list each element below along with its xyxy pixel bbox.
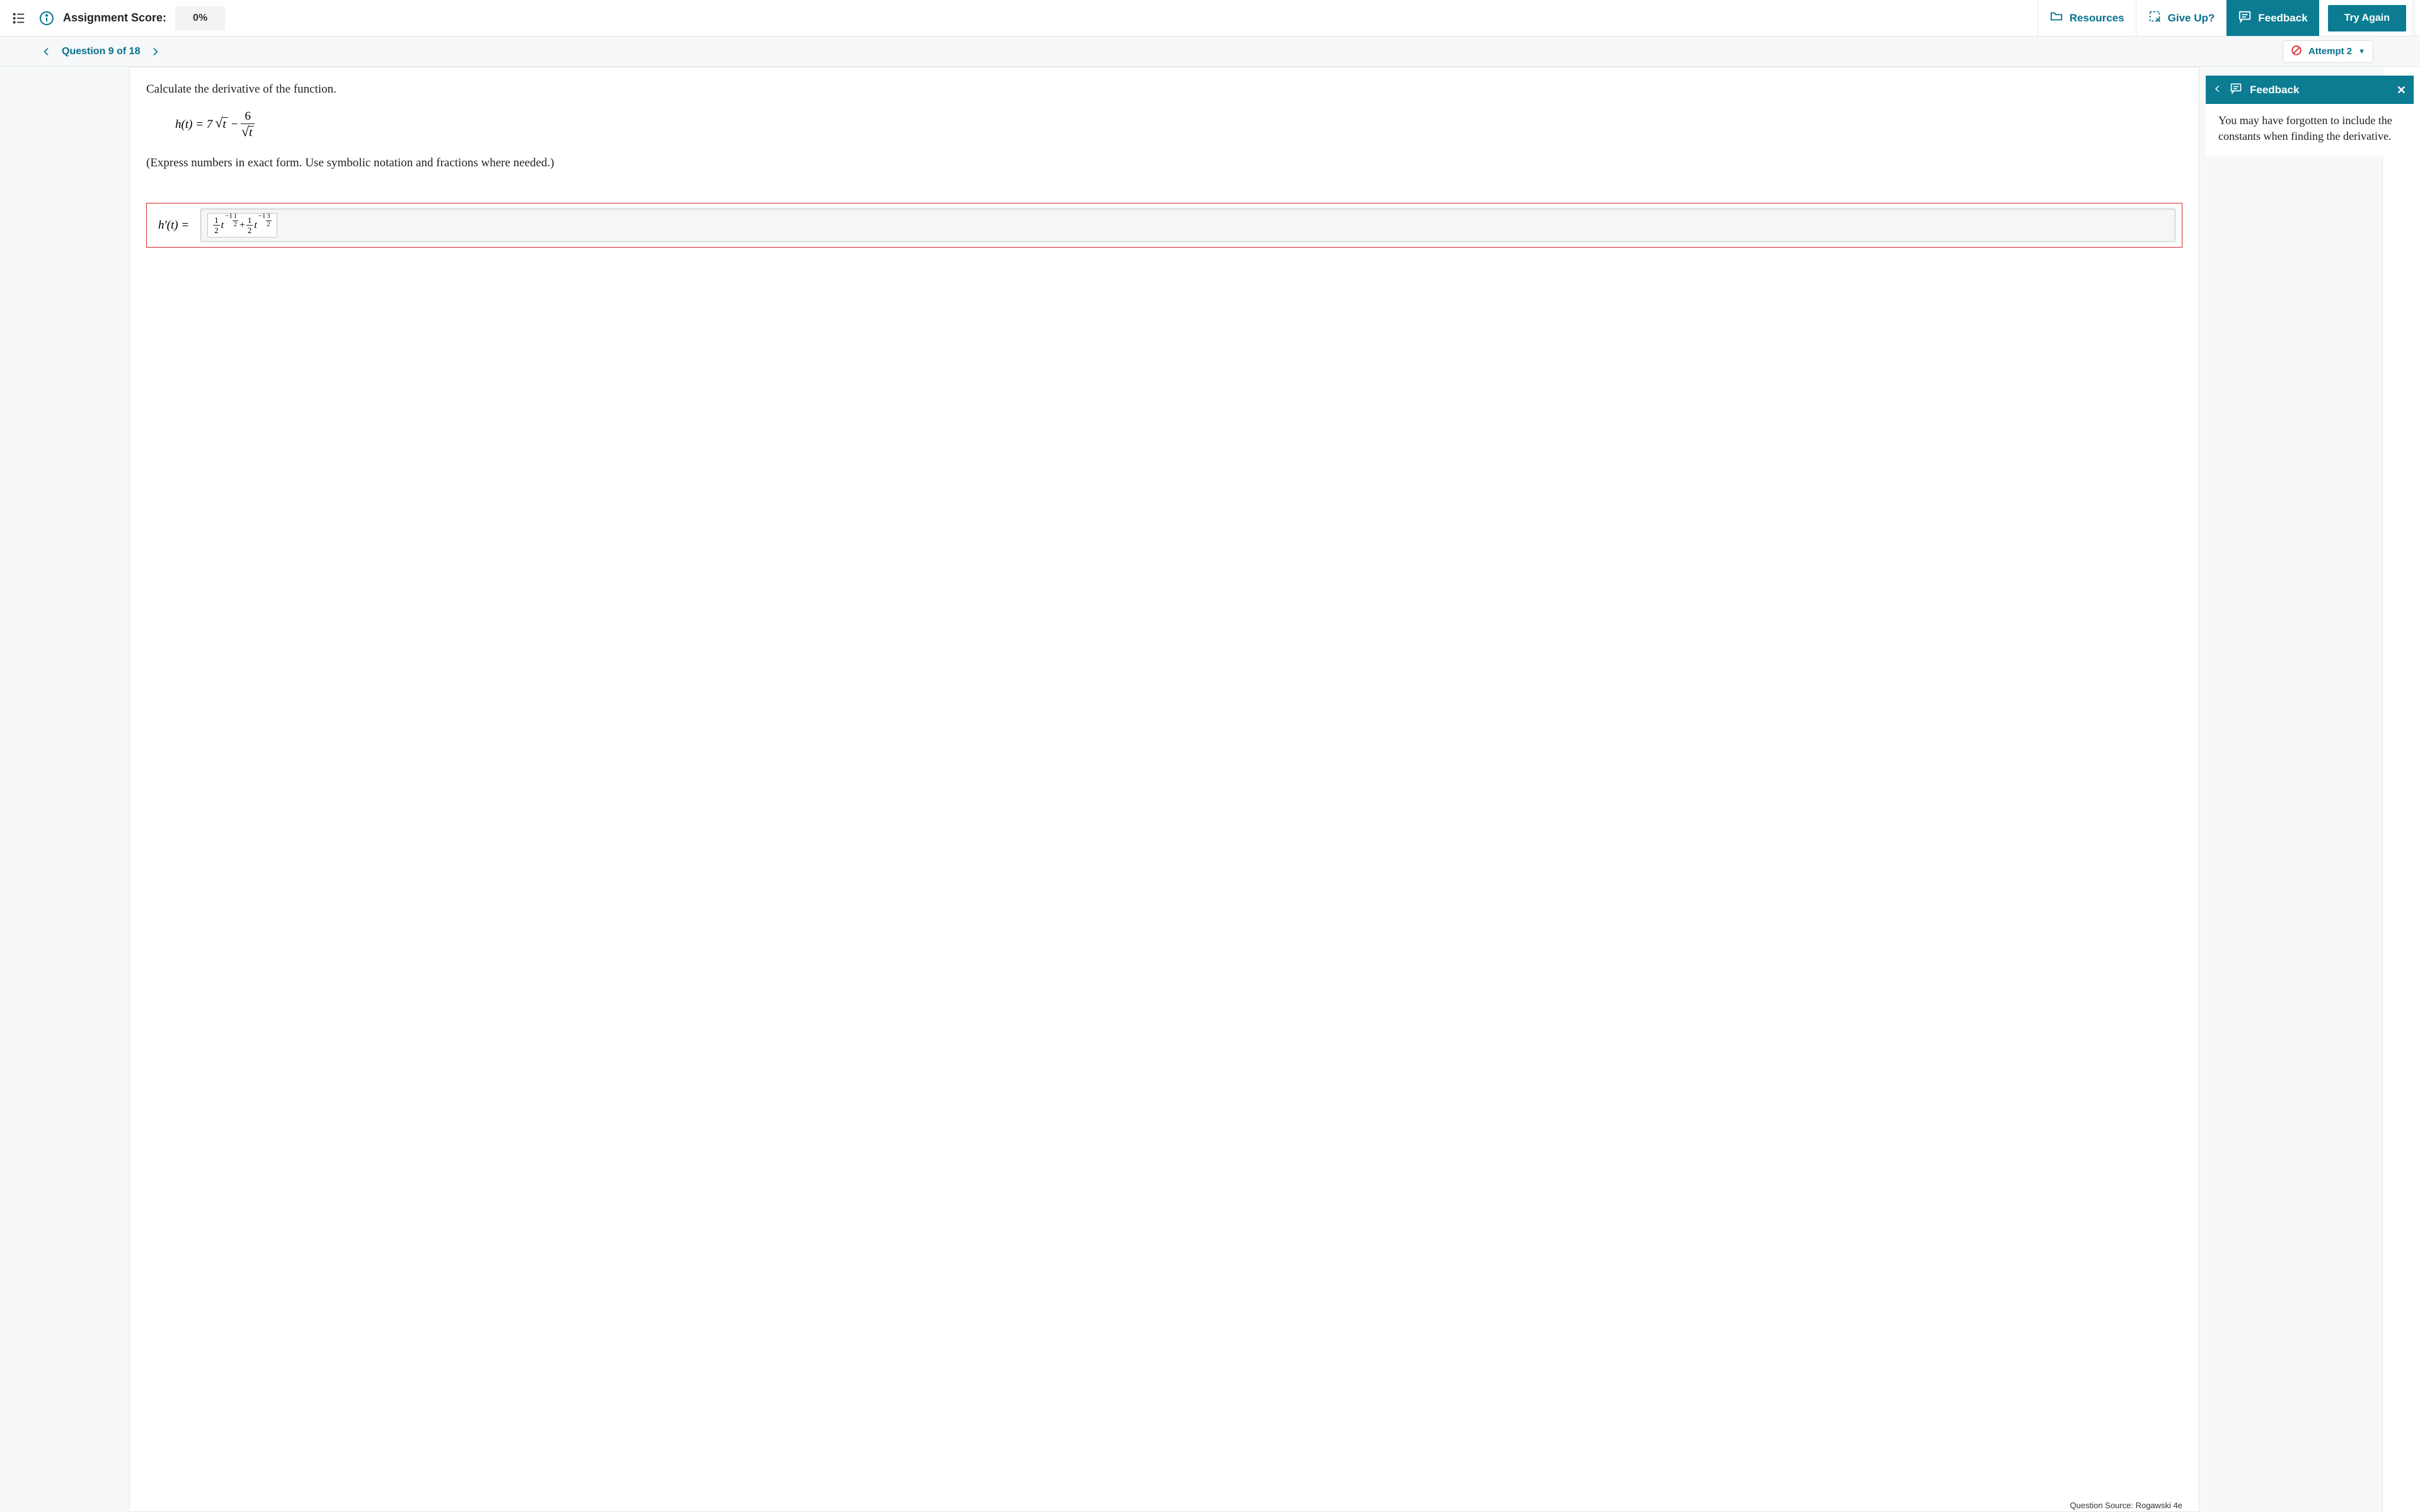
feedback-body: You may have forgotten to include the co… — [2206, 104, 2414, 156]
answer-label: h′(t) = — [158, 219, 189, 232]
folder-icon — [2049, 9, 2063, 26]
score-value: 0% — [175, 6, 225, 30]
question-nav-bar: Question 9 of 18 Attempt 2 ▼ — [0, 37, 2420, 67]
question-equation: h(t) = 7 √t − 6 √t — [175, 110, 2182, 139]
feedback-collapse-button[interactable] — [2213, 84, 2222, 96]
divider — [2412, 0, 2415, 36]
student-answer: 12 t −112 + 12 t −132 — [207, 213, 277, 238]
eq-lhs: h(t) = 7 — [175, 118, 212, 132]
answer-input[interactable]: 12 t −112 + 12 t −132 — [200, 209, 2175, 242]
question-prompt: Calculate the derivative of the function… — [146, 83, 2182, 96]
score-label: Assignment Score: — [63, 11, 166, 25]
feedback-header: Feedback ✕ — [2206, 76, 2414, 104]
feedback-label: Feedback — [2258, 12, 2307, 25]
top-bar: Assignment Score: 0% Resources Give Up? … — [0, 0, 2420, 37]
caret-down-icon: ▼ — [2358, 48, 2365, 55]
feedback-icon — [2238, 9, 2252, 26]
content-area: Calculate the derivative of the function… — [0, 67, 2420, 1512]
feedback-icon — [2230, 82, 2242, 98]
prev-question-button[interactable] — [35, 40, 58, 63]
page-edge — [2382, 67, 2420, 1512]
sqrt-icon: √t — [215, 117, 228, 132]
try-again-button[interactable]: Try Again — [2328, 5, 2406, 32]
info-icon[interactable] — [35, 7, 58, 30]
resources-button[interactable]: Resources — [2037, 0, 2136, 36]
question-card: Calculate the derivative of the function… — [129, 67, 2199, 1512]
giveup-button[interactable]: Give Up? — [2136, 0, 2227, 36]
question-source: Question Source: Rogawski 4e — [146, 1497, 2182, 1511]
attempt-dropdown[interactable]: Attempt 2 ▼ — [2283, 40, 2373, 63]
eq-fraction: 6 √t — [241, 110, 255, 139]
next-question-button[interactable] — [144, 40, 166, 63]
feedback-title: Feedback — [2250, 84, 2389, 96]
attempt-label: Attempt 2 — [2308, 46, 2352, 57]
question-counter: Question 9 of 18 — [62, 46, 140, 57]
answer-row: h′(t) = 12 t −112 + 12 t −132 — [146, 203, 2182, 248]
noentry-icon — [2291, 45, 2302, 59]
giveup-label: Give Up? — [2168, 12, 2215, 25]
feedback-button[interactable]: Feedback — [2226, 0, 2319, 36]
menu-icon[interactable] — [5, 4, 33, 32]
eq-minus: − — [231, 118, 239, 132]
resources-label: Resources — [2070, 12, 2124, 25]
feedback-panel: Feedback ✕ You may have forgotten to inc… — [2206, 76, 2414, 156]
giveup-icon — [2148, 9, 2162, 26]
question-instruction: (Express numbers in exact form. Use symb… — [146, 156, 2182, 170]
close-icon[interactable]: ✕ — [2397, 84, 2406, 96]
